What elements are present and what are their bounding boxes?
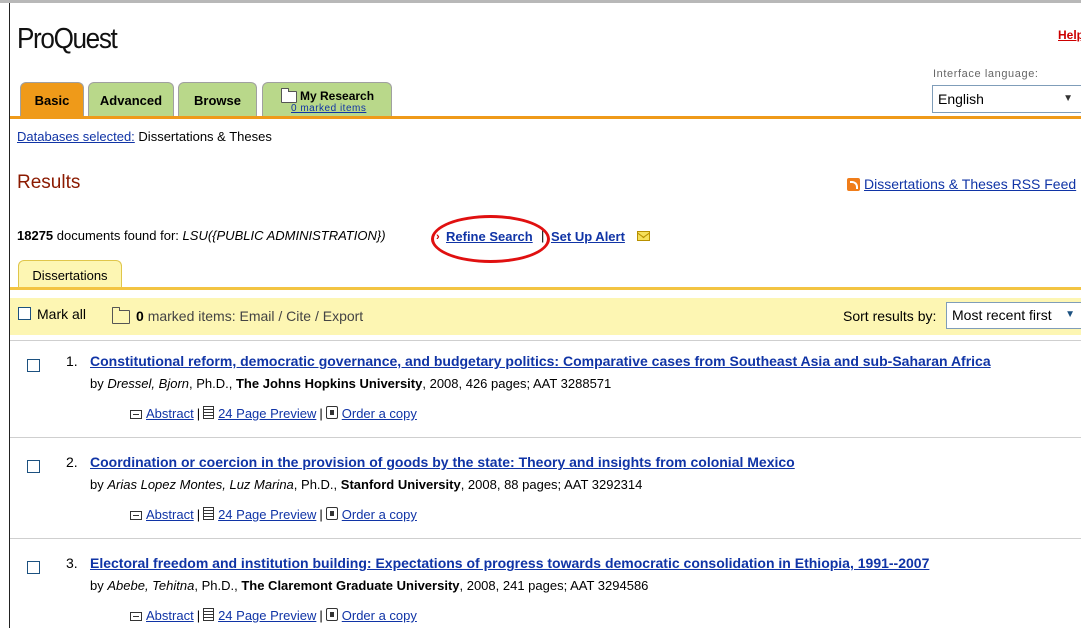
result-number: 3. [66, 555, 78, 571]
tab-advanced[interactable]: Advanced [88, 82, 174, 116]
result-title-link[interactable]: Coordination or coercion in the provisio… [90, 454, 795, 470]
abstract-link[interactable]: Abstract [146, 608, 194, 623]
abstract-link[interactable]: Abstract [146, 406, 194, 421]
rss-feed[interactable]: Dissertations & Theses RSS Feed [847, 176, 1076, 192]
folder-icon [112, 306, 130, 324]
chevron-down-icon: ▼ [1063, 93, 1073, 104]
result-checkbox[interactable] [27, 359, 40, 372]
tab-advanced-label: Advanced [99, 93, 163, 108]
proquest-logo: ProQuest [17, 23, 118, 55]
result-byline: by Abebe, Tehitna, Ph.D., The Claremont … [90, 578, 648, 593]
page-preview-link[interactable]: 24 Page Preview [218, 608, 316, 623]
marked-items-text: marked items: Email / Cite / Export [147, 308, 364, 324]
result-links: Abstract | 24 Page Preview | Order a copy [130, 608, 417, 623]
result-by: by [90, 477, 104, 492]
result-checkbox[interactable] [27, 561, 40, 574]
abstract-link[interactable]: Abstract [146, 507, 194, 522]
tab-dissertations[interactable]: Dissertations [18, 260, 122, 288]
tab-basic-label: Basic [34, 93, 70, 108]
result-byline: by Dressel, Bjorn, Ph.D., The Johns Hopk… [90, 376, 611, 391]
sort-select[interactable]: Most recent first ▼ [946, 302, 1081, 329]
interface-language-value: English [938, 91, 984, 107]
sort-select-value: Most recent first [952, 307, 1052, 323]
chevron-down-icon: ▼ [1065, 309, 1075, 320]
marked-items-count: 0 [136, 308, 144, 324]
interface-language-select[interactable]: English ▼ [932, 85, 1081, 113]
result-details: , 2008, 426 pages; AAT 3288571 [422, 376, 612, 391]
order-copy-icon [325, 507, 338, 520]
databases-selected-link[interactable]: Databases selected: [17, 129, 135, 144]
result-degree: , Ph.D., [293, 477, 338, 492]
page-preview-icon [203, 608, 215, 621]
order-copy-link[interactable]: Order a copy [342, 406, 417, 421]
results-count: 18275 [17, 228, 54, 243]
databases-selected: Databases selected: Dissertations & Thes… [17, 129, 272, 144]
result-number: 1. [66, 353, 78, 369]
result-title-link[interactable]: Constitutional reform, democratic govern… [90, 353, 991, 369]
page-preview-icon [203, 507, 215, 520]
result-university: Stanford University [340, 477, 461, 492]
order-copy-icon [325, 608, 338, 621]
order-copy-link[interactable]: Order a copy [342, 507, 417, 522]
result-university: The Johns Hopkins University [235, 376, 423, 391]
result-author: Dressel, Bjorn [107, 376, 189, 391]
marked-items-link[interactable]: 0 marked items [291, 103, 366, 114]
result-degree: , Ph.D., [194, 578, 238, 593]
result-author: Abebe, Tehitna [107, 578, 195, 593]
order-copy-link[interactable]: Order a copy [342, 608, 417, 623]
results-count-line: 18275 documents found for: LSU({PUBLIC A… [17, 228, 386, 243]
result-author: Arias Lopez Montes, Luz Marina [107, 477, 294, 492]
page-preview-icon [203, 406, 215, 419]
envelope-icon[interactable] [637, 231, 650, 241]
abstract-icon [130, 511, 142, 520]
tab-basic[interactable]: Basic [20, 82, 84, 116]
set-up-alert-link[interactable]: Set Up Alert [551, 229, 625, 244]
sort-label: Sort results by: [843, 308, 937, 324]
frame-top-border [0, 0, 1081, 3]
mark-all-label[interactable]: Mark all [37, 306, 86, 322]
result-details: , 2008, 88 pages; AAT 3292314 [460, 477, 643, 492]
result-byline: by Arias Lopez Montes, Luz Marina, Ph.D.… [90, 477, 642, 492]
page-preview-link[interactable]: 24 Page Preview [218, 406, 316, 421]
mark-all-checkbox[interactable] [18, 307, 31, 320]
page-preview-link[interactable]: 24 Page Preview [218, 507, 316, 522]
rss-feed-link[interactable]: Dissertations & Theses RSS Feed [864, 176, 1076, 192]
divider [10, 437, 1081, 438]
result-checkbox[interactable] [27, 460, 40, 473]
order-copy-icon [325, 406, 338, 419]
result-university: The Claremont Graduate University [241, 578, 460, 593]
tab-underline [10, 116, 1081, 119]
result-details: , 2008, 241 pages; AAT 3294586 [459, 578, 649, 593]
result-links: Abstract | 24 Page Preview | Order a copy [130, 507, 417, 522]
divider [10, 340, 1081, 341]
divider [10, 538, 1081, 539]
abstract-icon [130, 410, 142, 419]
result-degree: , Ph.D., [189, 376, 233, 391]
result-title-link[interactable]: Electoral freedom and institution buildi… [90, 555, 929, 571]
tab-my-research-label: My Research [300, 89, 375, 103]
tab-my-research[interactable]: My Research 0 marked items [262, 82, 392, 116]
abstract-icon [130, 612, 142, 621]
marked-items-actions: 0 marked items: Email / Cite / Export [136, 308, 363, 324]
folder-icon [281, 87, 297, 103]
search-query: LSU({PUBLIC ADMINISTRATION}) [182, 228, 386, 243]
subtab-underline [10, 287, 1081, 290]
results-title: Results [17, 172, 81, 193]
result-number: 2. [66, 454, 78, 470]
highlight-circle [431, 215, 550, 263]
results-found-text: documents found for: [56, 228, 179, 243]
result-links: Abstract | 24 Page Preview | Order a copy [130, 406, 417, 421]
tab-browse-label: Browse [194, 93, 241, 108]
result-by: by [90, 578, 104, 593]
interface-language-label: Interface language: [933, 68, 1039, 80]
rss-icon [847, 178, 860, 191]
databases-selected-value: Dissertations & Theses [138, 129, 272, 144]
tab-browse[interactable]: Browse [178, 82, 257, 116]
help-link[interactable]: Help [1058, 28, 1081, 42]
result-by: by [90, 376, 104, 391]
